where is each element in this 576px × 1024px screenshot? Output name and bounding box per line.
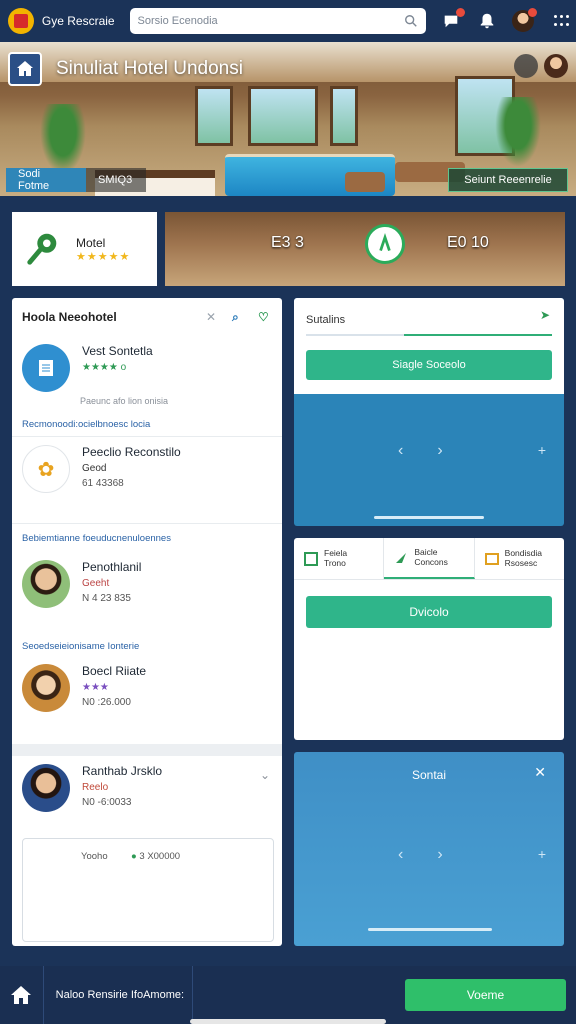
chat-icon[interactable] — [440, 8, 466, 32]
prev-arrow-icon[interactable]: ‹ — [398, 846, 403, 864]
close-icon[interactable]: ✕ — [206, 310, 220, 324]
list-item[interactable]: Vest Sontetla ★★★★ o — [12, 336, 282, 418]
search-placeholder: Sorsio Ecenodia — [137, 15, 218, 27]
list-item-name: Boecl Riiate — [82, 664, 147, 678]
list-item-name: Vest Sontetla — [82, 344, 153, 358]
close-icon[interactable]: ✕ — [534, 764, 546, 781]
user-avatar — [22, 560, 70, 608]
list-item-name: Ranthab Jrsklo — [82, 764, 163, 778]
hero-tab-primary[interactable]: Sodi Fotme — [6, 168, 86, 192]
chart-icon — [304, 551, 318, 566]
hero-title: Sinuliat Hotel Undonsi — [56, 58, 243, 79]
send-icon[interactable]: ➤ — [540, 308, 550, 322]
section-link[interactable]: Bebiemtianne foeuducnenuloennes — [12, 524, 282, 552]
plus-icon[interactable]: + — [538, 846, 546, 862]
list-item-status: Reelo — [82, 782, 109, 793]
user-avatar — [22, 764, 70, 812]
list-item[interactable]: Ranthab Jrsklo Reelo N0 -6:0033 ⌄ — [12, 756, 282, 840]
hero-action-button[interactable]: Seiunt Reeenrelie — [448, 168, 568, 192]
next-arrow-icon[interactable]: › — [437, 442, 442, 460]
media-panel: Sontai ✕ ‹ › + — [294, 752, 564, 946]
list-item[interactable]: Penothlanil Geeht N 4 23 835 — [12, 552, 282, 636]
home-badge[interactable] — [8, 52, 42, 86]
top-bar: Gye Rescraie Sorsio Ecenodia — [0, 0, 576, 42]
user-avatar — [22, 664, 70, 712]
hero-controls — [514, 54, 568, 78]
tab-option-2[interactable]: Baicle Concons — [384, 538, 475, 579]
search-input[interactable]: Sorsio Ecenodia — [129, 8, 427, 34]
footer-action-button[interactable]: Voeme — [405, 979, 566, 1011]
list-item-number: N 4 23 835 — [82, 593, 131, 604]
detail-label: Yooho — [81, 851, 108, 862]
home-icon — [17, 61, 33, 76]
hotel-card[interactable]: Motel ★★★★★ — [12, 212, 157, 286]
image-icon — [484, 552, 499, 565]
avatar-badge — [528, 8, 538, 17]
tab-option-1[interactable]: Feiela Trono — [294, 538, 385, 579]
profile-avatar[interactable] — [544, 54, 568, 78]
play-video-button[interactable] — [365, 224, 405, 264]
list-item-rating: ★★★★ o — [82, 362, 127, 373]
options-panel: Feiela Trono Baicle Concons Bondisdia Rsose… — [294, 538, 564, 740]
slider-indicator[interactable] — [374, 516, 484, 519]
list-item-status: Geeht — [82, 578, 110, 589]
search-icon[interactable]: ⌕ — [232, 310, 246, 324]
app-title: Gye Rescraie — [41, 14, 115, 28]
home-button[interactable] — [0, 966, 43, 1024]
search-icon — [405, 15, 418, 27]
leaf-icon — [396, 552, 407, 563]
rating-stars: ★★★★★ — [76, 250, 131, 263]
lobby-label-left: E3 3 — [271, 234, 304, 251]
list-item-name: Peeclio Reconstilo — [82, 445, 181, 459]
flower-icon: ✿ — [22, 445, 70, 493]
app-logo[interactable] — [8, 8, 34, 34]
detail-box: Yooho ● 3 X00000 — [22, 838, 274, 942]
detail-value: ● 3 X00000 — [131, 851, 181, 862]
favorite-icon[interactable]: ♡ — [258, 310, 272, 324]
lobby-label-right: E0 10 — [447, 234, 489, 251]
prev-arrow-icon[interactable]: ‹ — [398, 442, 403, 460]
apps-grid-icon[interactable] — [554, 15, 570, 27]
chevron-down-icon[interactable]: ⌄ — [260, 768, 270, 782]
panel-label: Sutalins — [306, 314, 346, 326]
list-item-rating: ★★★ — [82, 682, 109, 693]
hero-tab-secondary[interactable]: SMIQ3 — [86, 168, 146, 192]
next-arrow-icon[interactable]: › — [437, 846, 442, 864]
document-icon — [22, 344, 70, 392]
bottom-bar: Naloo Rensirie IfoAmome: Voeme — [0, 966, 576, 1024]
status-panel: Sutalins ➤ Siagle Soceolo ‹ › + — [294, 298, 564, 526]
slider-indicator[interactable] — [368, 928, 492, 931]
hotel-card-title: Motel — [76, 235, 106, 250]
home-indicator — [190, 1019, 386, 1024]
panel-title: Sontai — [411, 768, 447, 782]
footer-text: Naloo Rensirie IfoAmome: — [55, 989, 185, 1001]
list-item[interactable]: Boecl Riiate ★★★ N0 :26.000 — [12, 656, 282, 744]
primary-button[interactable]: Siagle Soceolo — [306, 350, 552, 380]
play-icon — [379, 233, 391, 252]
list-item-number: N0 -6:0033 — [82, 797, 132, 808]
list-item-number: N0 :26.000 — [82, 697, 131, 708]
notification-dot — [456, 8, 466, 17]
list-item[interactable]: ✿ Peeclio Reconstilo Geod 61 43368 — [12, 437, 282, 523]
list-item-number: 61 43368 — [82, 478, 124, 489]
share-icon[interactable] — [514, 54, 538, 78]
hotel-list-card: Hoola Neeohotel ✕ ⌕ ♡ Vest Sontetla ★★★★… — [12, 298, 282, 946]
home-icon — [11, 986, 32, 1004]
lobby-image[interactable]: E3 3 E0 10 — [165, 212, 565, 286]
progress-bar — [306, 334, 552, 336]
map-pin-icon — [27, 233, 57, 265]
plus-icon[interactable]: + — [538, 442, 546, 458]
list-item-status: Geod — [82, 463, 107, 474]
list-item-name: Penothlanil — [82, 560, 142, 574]
list-title: Hoola Neeohotel — [22, 310, 117, 324]
user-avatar[interactable] — [512, 8, 538, 32]
action-button[interactable]: Dvicolo — [306, 596, 552, 628]
bell-icon[interactable] — [476, 10, 498, 32]
tab-option-3[interactable]: Bondisdia Rsosesc — [475, 538, 564, 579]
hero-banner: Sinuliat Hotel Undonsi Sodi Fotme SMIQ3 … — [0, 42, 576, 196]
section-link[interactable]: Seoedseieionisame Ionterie — [12, 636, 282, 656]
